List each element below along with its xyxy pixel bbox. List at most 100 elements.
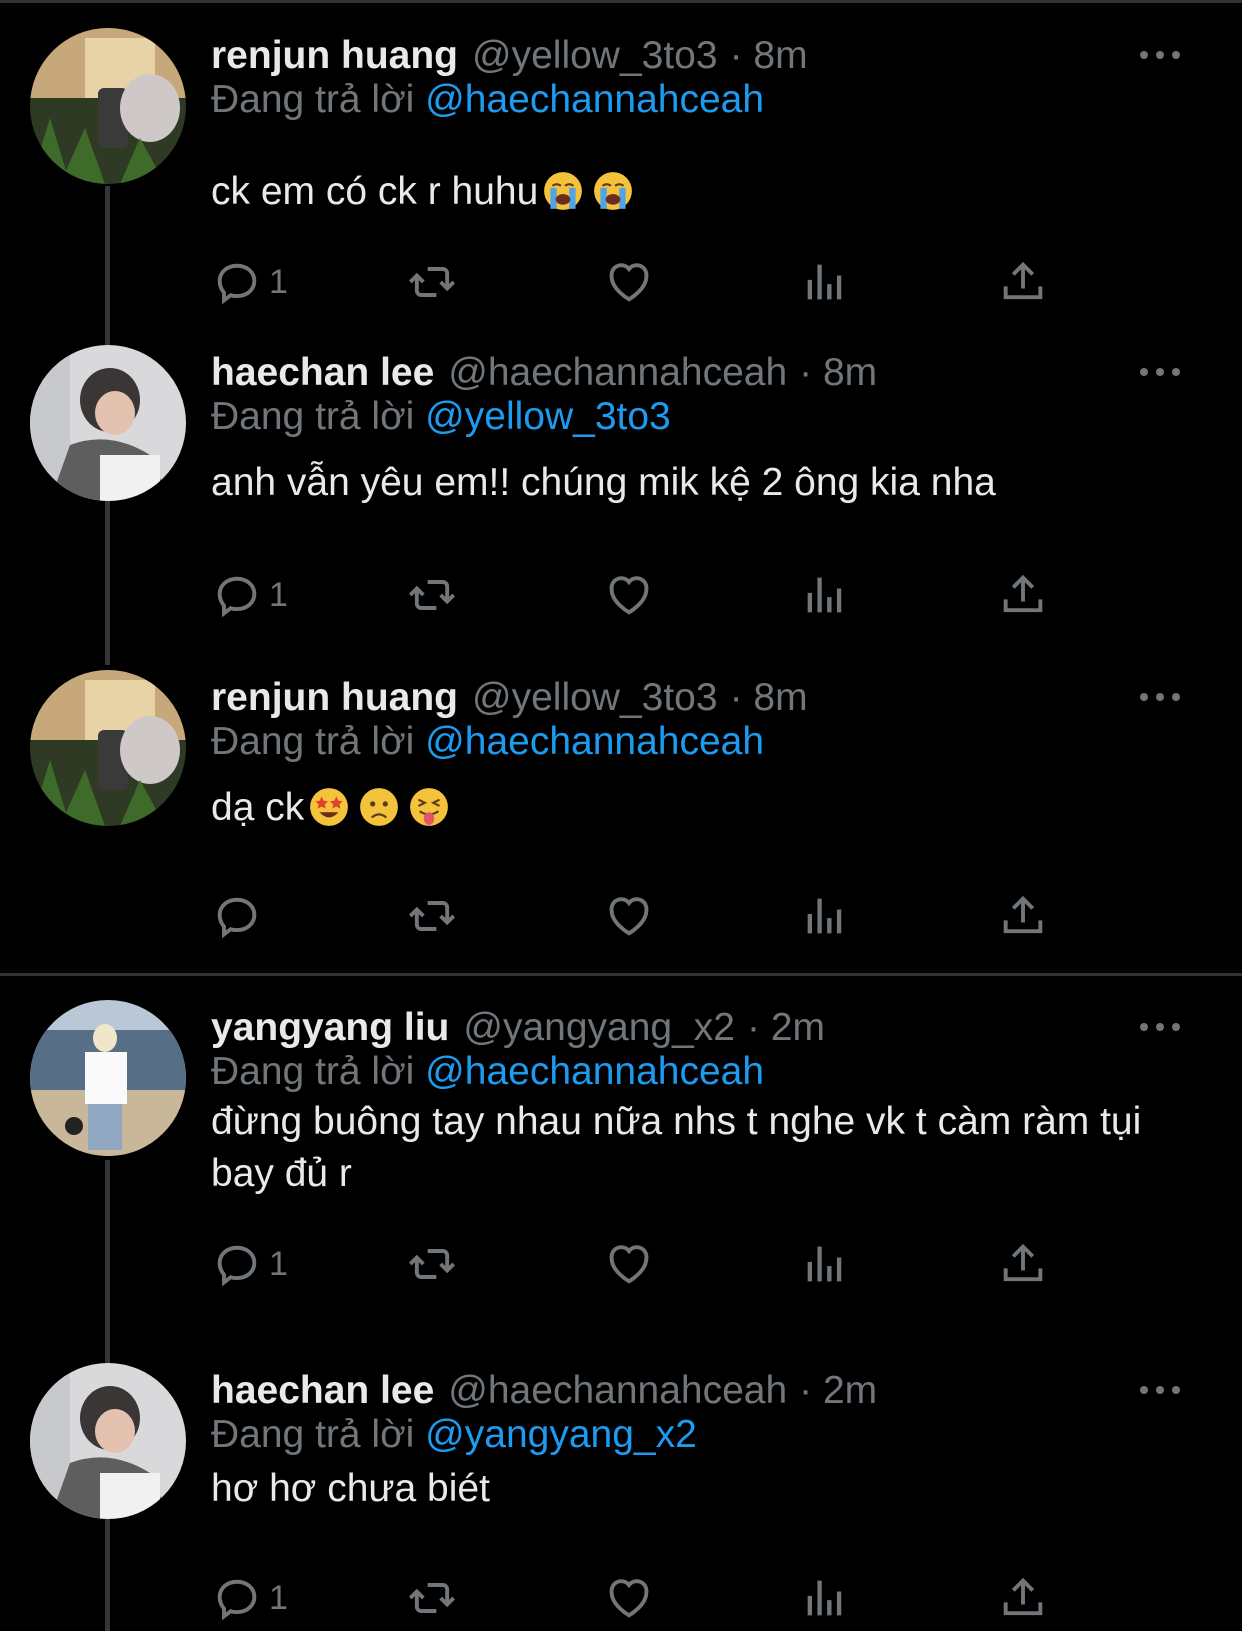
- username[interactable]: @haechannahceah: [448, 351, 787, 395]
- tweet-text-content: hơ hơ chưa biét: [211, 1467, 490, 1510]
- share-button[interactable]: [997, 1570, 1049, 1626]
- share-button[interactable]: [997, 567, 1049, 623]
- avatar[interactable]: [30, 345, 186, 501]
- retweet-button[interactable]: [406, 1570, 458, 1626]
- squinting-tongue-emoji: [410, 788, 449, 826]
- share-button[interactable]: [997, 888, 1049, 944]
- avatar[interactable]: [30, 1000, 186, 1156]
- display-name[interactable]: renjun huang: [211, 676, 458, 720]
- tweet-actions: 1: [211, 567, 1091, 623]
- reply-button[interactable]: 1: [211, 254, 288, 310]
- retweet-button[interactable]: [406, 888, 458, 944]
- tweet-text-content: đừng buông tay nhau nữa nhs t nghe vk t …: [211, 1100, 1142, 1195]
- avatar[interactable]: [30, 670, 186, 826]
- worried-face-emoji: [360, 788, 399, 826]
- share-icon: [1003, 895, 1043, 934]
- tweet[interactable]: renjun huang @yellow_3to3 · 8m Đang trả …: [0, 0, 1242, 340]
- reply-mention-link[interactable]: @yellow_3to3: [425, 395, 671, 438]
- tweet[interactable]: yangyang liu @yangyang_x2 · 2m Đang trả …: [0, 972, 1242, 1332]
- display-name[interactable]: haechan lee: [211, 1369, 434, 1413]
- tweet-text-content: anh vẫn yêu em!! chúng mik kệ 2 ông kia …: [211, 461, 996, 504]
- tweet-header: haechan lee @haechannahceah · 8m: [211, 345, 877, 401]
- share-icon: [1003, 574, 1043, 613]
- tweet[interactable]: haechan lee @haechannahceah · 2m Đang tr…: [0, 1335, 1242, 1631]
- views-button[interactable]: [799, 888, 851, 944]
- like-button[interactable]: [603, 567, 655, 623]
- tweet-actions: 1: [211, 254, 1091, 310]
- reply-icon: [217, 1579, 257, 1621]
- timestamp: · 8m: [729, 34, 808, 77]
- reply-button[interactable]: 1: [211, 567, 288, 623]
- retweet-icon: [408, 901, 456, 931]
- reply-button[interactable]: 1: [211, 1236, 288, 1292]
- username[interactable]: @yellow_3to3: [472, 676, 718, 720]
- display-name[interactable]: renjun huang: [211, 34, 458, 78]
- analytics-icon: [807, 898, 842, 934]
- tweet-actions: [211, 888, 1091, 944]
- more-options-button[interactable]: [1140, 1012, 1180, 1042]
- star-struck-emoji: [310, 788, 349, 826]
- reply-count: 1: [269, 575, 288, 614]
- avatar[interactable]: [30, 28, 186, 184]
- retweet-button[interactable]: [406, 567, 458, 623]
- analytics-icon: [807, 1246, 842, 1282]
- like-button[interactable]: [603, 888, 655, 944]
- tweet[interactable]: renjun huang @yellow_3to3 · 8m Đang trả …: [0, 642, 1242, 972]
- views-button[interactable]: [799, 254, 851, 310]
- loudly-crying-face-emoji: [594, 172, 633, 210]
- like-button[interactable]: [603, 1570, 655, 1626]
- reply-icon: [217, 263, 257, 305]
- retweet-icon: [408, 580, 456, 610]
- reply-button[interactable]: [211, 888, 269, 944]
- reply-button[interactable]: 1: [211, 1570, 288, 1626]
- loudly-crying-face-emoji: [544, 172, 583, 210]
- views-button[interactable]: [799, 1570, 851, 1626]
- tweet-text: ck em có ck r huhu: [211, 166, 1151, 218]
- retweet-button[interactable]: [406, 1236, 458, 1292]
- tweet-text: dạ ck: [211, 782, 1151, 834]
- tweet-text-content: dạ ck: [211, 786, 305, 829]
- username[interactable]: @yangyang_x2: [463, 1006, 735, 1050]
- reply-mention-link[interactable]: @haechannahceah: [425, 1050, 764, 1093]
- heart-icon: [609, 263, 649, 302]
- timestamp: · 2m: [747, 1006, 826, 1049]
- reply-count: 1: [269, 262, 288, 301]
- more-options-button[interactable]: [1140, 682, 1180, 712]
- like-button[interactable]: [603, 1236, 655, 1292]
- tweet[interactable]: haechan lee @haechannahceah · 8m Đang tr…: [0, 317, 1242, 637]
- tweet-header: renjun huang @yellow_3to3 · 8m: [211, 670, 808, 726]
- replying-to: Đang trả lời @haechannahceah: [211, 1050, 764, 1094]
- views-button[interactable]: [799, 567, 851, 623]
- tweet-actions: 1: [211, 1570, 1091, 1626]
- retweet-icon: [408, 267, 456, 297]
- reply-prefix: Đang trả lời: [211, 78, 415, 121]
- retweet-button[interactable]: [406, 254, 458, 310]
- views-button[interactable]: [799, 1236, 851, 1292]
- display-name[interactable]: haechan lee: [211, 351, 434, 395]
- display-name[interactable]: yangyang liu: [211, 1006, 449, 1050]
- retweet-icon: [408, 1583, 456, 1613]
- reply-icon: [217, 897, 257, 939]
- heart-icon: [609, 1579, 649, 1618]
- share-icon: [1003, 261, 1043, 300]
- reply-mention-link[interactable]: @haechannahceah: [425, 720, 764, 763]
- reply-icon: [217, 576, 257, 618]
- timestamp: · 8m: [729, 676, 808, 719]
- more-options-button[interactable]: [1140, 1375, 1180, 1405]
- replying-to: Đang trả lời @yellow_3to3: [211, 395, 671, 439]
- like-button[interactable]: [603, 254, 655, 310]
- username[interactable]: @yellow_3to3: [472, 34, 718, 78]
- heart-icon: [609, 576, 649, 615]
- share-button[interactable]: [997, 1236, 1049, 1292]
- tweet-text: anh vẫn yêu em!! chúng mik kệ 2 ông kia …: [211, 457, 1151, 509]
- reply-mention-link[interactable]: @haechannahceah: [425, 78, 764, 121]
- username[interactable]: @haechannahceah: [448, 1369, 787, 1413]
- tweet-header: yangyang liu @yangyang_x2 · 2m: [211, 1000, 825, 1056]
- share-button[interactable]: [997, 254, 1049, 310]
- more-options-button[interactable]: [1140, 357, 1180, 387]
- heart-icon: [609, 897, 649, 936]
- tweet-header: renjun huang @yellow_3to3 · 8m: [211, 28, 808, 84]
- more-options-button[interactable]: [1140, 40, 1180, 70]
- reply-mention-link[interactable]: @yangyang_x2: [425, 1413, 697, 1456]
- avatar[interactable]: [30, 1363, 186, 1519]
